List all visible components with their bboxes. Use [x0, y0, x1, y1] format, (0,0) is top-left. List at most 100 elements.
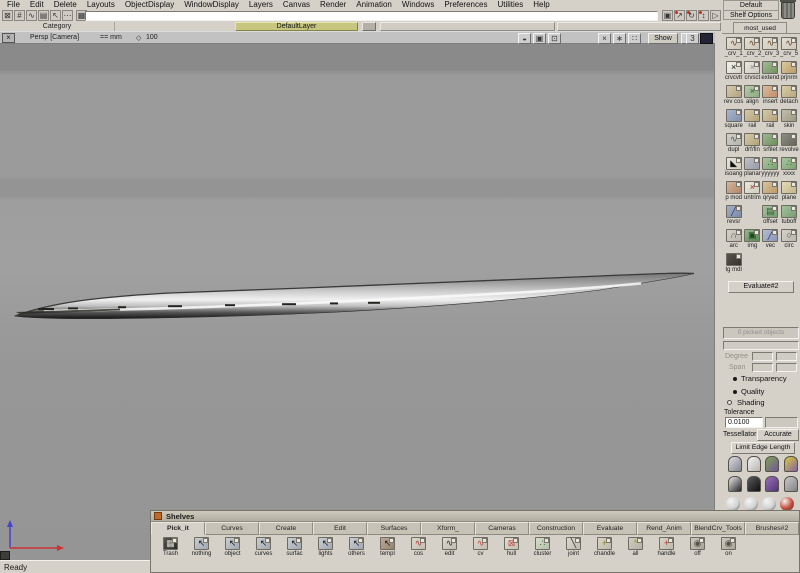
menu-render[interactable]: Render [315, 0, 351, 10]
shelves-item-joint[interactable]: ╲joint [558, 537, 589, 558]
shelves-tab-curves[interactable]: Curves [205, 522, 259, 535]
degree-field-1[interactable] [752, 352, 773, 361]
shelf-item-rail[interactable]: rail [743, 109, 761, 133]
menu-utilities[interactable]: Utilities [492, 0, 528, 10]
section-shading[interactable]: Shading [737, 398, 765, 407]
menu-objectdisplay[interactable]: ObjectDisplay [120, 0, 179, 10]
shelf-header-title[interactable]: Default [723, 0, 779, 10]
shelf-item-qryed[interactable]: qryed [761, 181, 779, 205]
shelves-item-cv[interactable]: ∿cv [465, 537, 496, 558]
tessellator-accurate-button[interactable]: Accurate [757, 429, 799, 441]
shelf-item-circ[interactable]: ○circ [779, 229, 798, 253]
render-mode-icon[interactable]: ◒ [518, 33, 531, 44]
shelf-item-tg-mdl[interactable]: tg mdl [724, 253, 743, 277]
paint-pointer-icon[interactable]: ↗ [674, 10, 685, 21]
shelves-item-edit[interactable]: ∿edit [434, 537, 465, 558]
degree-field-2[interactable] [776, 352, 797, 361]
layer-option-box[interactable] [362, 22, 376, 31]
menu-help[interactable]: Help [528, 0, 554, 10]
show-button[interactable]: Show [648, 33, 678, 44]
rotate-pointer-icon[interactable]: ↻ [686, 10, 697, 21]
span-field-1[interactable] [752, 363, 773, 372]
material-sphere-4[interactable] [780, 497, 794, 511]
brush-yellow-purple[interactable] [782, 456, 800, 476]
shelves-item-trash[interactable]: ▦Trash [155, 537, 186, 558]
promptline-input[interactable] [85, 11, 658, 21]
zoom-window-icon[interactable]: ⊡ [548, 33, 561, 44]
tab-most-used[interactable]: most_used [733, 22, 787, 33]
menu-canvas[interactable]: Canvas [278, 0, 315, 10]
menu-edit[interactable]: Edit [25, 0, 49, 10]
shelf-item-rail[interactable]: rail [761, 109, 779, 133]
expand-pane-icon[interactable]: ∷ [628, 33, 641, 44]
brush-white[interactable] [745, 456, 764, 476]
shelf-item-rev-cos[interactable]: rev cos [724, 85, 743, 109]
layer-slot[interactable] [380, 22, 555, 31]
shelf-item-crv-1[interactable]: ∿_crv_1 [724, 37, 743, 61]
shelf-item-crvcvtr[interactable]: ×crvcvtr [724, 61, 743, 85]
shelves-tab-brushes-2[interactable]: Brushes#2 [745, 522, 799, 535]
shelf-item-yyyyyy[interactable]: ∴yyyyyy [761, 157, 779, 181]
shelves-item-off[interactable]: ◉off [682, 537, 713, 558]
shade-mode-icon[interactable]: ▣ [533, 33, 546, 44]
snap-grid-icon[interactable]: # [14, 10, 25, 21]
evaluate-button[interactable]: Evaluate#2 [728, 281, 794, 293]
shelves-tab-create[interactable]: Create [259, 522, 313, 535]
tolerance-input[interactable]: 0.0100 [725, 417, 763, 428]
shelf-item-detach[interactable]: detach [779, 85, 798, 109]
material-sphere-1[interactable] [726, 497, 740, 511]
shelves-tab-evaluate[interactable]: Evaluate [583, 522, 637, 535]
shelf-item-crv-3[interactable]: ∿_crv_3 [761, 37, 779, 61]
shelves-tab-cameras[interactable]: Cameras [475, 522, 529, 535]
scale-pointer-icon[interactable]: ↕ [698, 10, 709, 21]
brush-purple[interactable] [763, 476, 782, 496]
menu-windows[interactable]: Windows [397, 0, 439, 10]
menu-animation[interactable]: Animation [351, 0, 397, 10]
shelf-item-revsr[interactable]: ╱revsr [724, 205, 743, 229]
select-box-icon[interactable]: ⊠ [2, 10, 13, 21]
shelf-options-button[interactable]: Shelf Options [723, 10, 779, 20]
viewport-close-icon[interactable]: × [2, 33, 15, 43]
shelf-item-srfilet[interactable]: srfilet [761, 133, 779, 157]
shelf-item-isoang[interactable]: ◣isoang [724, 157, 743, 181]
active-view-indicator[interactable] [700, 33, 713, 44]
shelf-item-xxxx[interactable]: ∴xxxx [779, 157, 798, 181]
shelf-item-revolve[interactable]: revolve [779, 133, 798, 157]
curve-tool-icon[interactable]: ∿ [26, 10, 37, 21]
shelves-item-hull[interactable]: ⊠hull [496, 537, 527, 558]
shelf-item-prjnrm[interactable]: prjnrm [779, 61, 798, 85]
span-field-2[interactable] [776, 363, 797, 372]
viewport-corner-handle[interactable] [0, 551, 10, 560]
shelf-item-square[interactable]: square [724, 109, 743, 133]
shading-radio-icon[interactable] [727, 400, 732, 405]
shelves-item-lights[interactable]: ↖lights [310, 537, 341, 558]
category-label[interactable]: Category [0, 22, 115, 31]
shelf-item-skin[interactable]: skin [779, 109, 798, 133]
shelf-item-crv-5[interactable]: ∿_crv_5 [779, 37, 798, 61]
brush-green-purple[interactable] [763, 456, 782, 476]
shelf-item-dupl[interactable]: ∿dupl [724, 133, 743, 157]
settings-icon[interactable]: ∗ [613, 33, 626, 44]
shelves-item-handle[interactable]: +handle [651, 537, 682, 558]
menu-windowdisplay[interactable]: WindowDisplay [179, 0, 244, 10]
shelves-item-templ[interactable]: ↖templ [372, 537, 403, 558]
shelves-item-all[interactable]: *all [620, 537, 651, 558]
brush-gray[interactable] [782, 476, 800, 496]
shelves-item-cos[interactable]: ∿cos [403, 537, 434, 558]
menu-layouts[interactable]: Layouts [82, 0, 120, 10]
shelf-item-extend[interactable]: extend [761, 61, 779, 85]
shelf-item-vec[interactable]: ╱vec [761, 229, 779, 253]
shelves-tab-construction[interactable]: Construction [529, 522, 583, 535]
shelves-tab-pick-it[interactable]: Pick_it [151, 522, 205, 535]
shelf-item-untrim[interactable]: ×untrim [743, 181, 761, 205]
brush-silver[interactable] [726, 456, 745, 476]
shelf-item-arc[interactable]: ∩arc [724, 229, 743, 253]
shelf-item-crvsct[interactable]: ×crvsct [743, 61, 761, 85]
limit-edge-length-button[interactable]: Limit Edge Length [731, 442, 795, 454]
menu-layers[interactable]: Layers [244, 0, 278, 10]
shelves-item-curves[interactable]: ↖curves [248, 537, 279, 558]
shelves-titlebar[interactable]: Shelves [151, 511, 799, 522]
surface-tool-icon[interactable]: ▤ [38, 10, 49, 21]
layer-slot[interactable] [557, 22, 721, 31]
pane-button-2[interactable]: 3 [686, 33, 699, 44]
